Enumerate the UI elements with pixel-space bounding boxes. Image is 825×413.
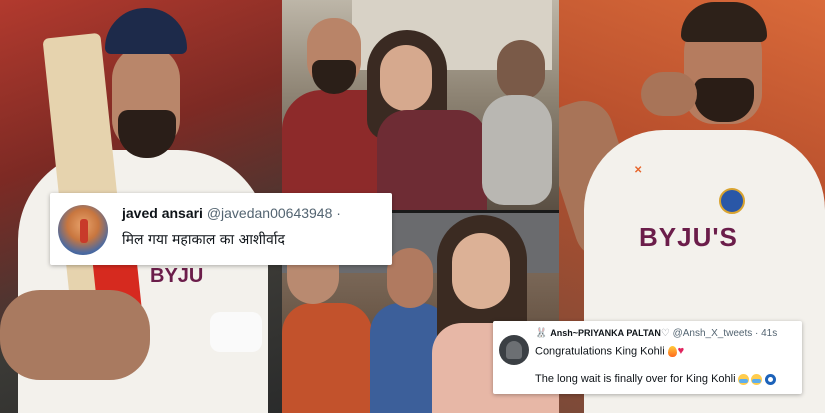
face-shape <box>387 248 433 308</box>
crying-face-icon <box>750 373 762 385</box>
face-shape <box>452 233 510 309</box>
jersey-logo-right: BYJU'S <box>639 222 738 252</box>
bcci-badge-icon <box>719 188 745 214</box>
tweet-text-line-1: Congratulations King Kohli ♥ <box>535 345 684 358</box>
face-shape <box>380 45 432 111</box>
tweet-text: The long wait is finally over for King K… <box>535 373 736 385</box>
tweet-text: मिल गया महाकाल का आशीर्वाद <box>122 232 285 248</box>
tweet-header: 🐰 Ansh~PRIYANKA PALTAN♡ @Ansh_X_tweets ·… <box>535 327 777 340</box>
tweet-header: javed ansari @javedan00643948 · <box>122 205 341 221</box>
bunny-icon: 🐰 <box>535 328 548 339</box>
tweet-card-javed[interactable]: javed ansari @javedan00643948 · मिल गया … <box>50 193 392 265</box>
priest-shape <box>497 40 545 100</box>
jersey-logo-left: BYJU <box>150 265 204 287</box>
tweet-author-handle[interactable]: @Ansh_X_tweets · 41s <box>673 328 778 339</box>
heart-outline-icon: ♡ <box>660 328 670 339</box>
fire-icon <box>667 346 677 357</box>
tweet-author-handle[interactable]: @javedan00643948 · <box>207 205 341 221</box>
avatar[interactable] <box>499 335 529 365</box>
hand-shape <box>641 72 697 116</box>
silver-pot <box>482 95 552 205</box>
priest-robe <box>282 303 372 413</box>
photo-temple-top <box>282 0 559 210</box>
hair-shape <box>681 2 767 42</box>
crest-icon: ✕ <box>634 165 643 176</box>
crying-face-icon <box>737 373 749 385</box>
beard-shape <box>694 78 754 122</box>
tweet-text: Congratulations King Kohli <box>535 345 665 358</box>
tweet-text-line-2: The long wait is finally over for King K… <box>535 373 776 386</box>
wristband-shape <box>210 312 262 352</box>
heart-icon: ♥ <box>677 345 685 357</box>
tweet-card-ansh[interactable]: 🐰 Ansh~PRIYANKA PALTAN♡ @Ansh_X_tweets ·… <box>493 321 802 394</box>
evil-eye-icon <box>764 373 776 385</box>
avatar-figure <box>80 219 88 243</box>
shawl-maroon <box>377 110 487 210</box>
avatar[interactable] <box>58 205 108 255</box>
photo-collage: BYJU ✕ BYJU'S javed ansari @javedan00643… <box>0 0 825 413</box>
tweet-author-name[interactable]: javed ansari <box>122 205 203 221</box>
avatar-figure <box>506 341 522 359</box>
tweet-author-name[interactable]: Ansh~PRIYANKA PALTAN <box>550 328 661 338</box>
beard-shape <box>312 60 356 94</box>
arm-shape <box>0 290 150 380</box>
cap-shape <box>105 8 187 54</box>
